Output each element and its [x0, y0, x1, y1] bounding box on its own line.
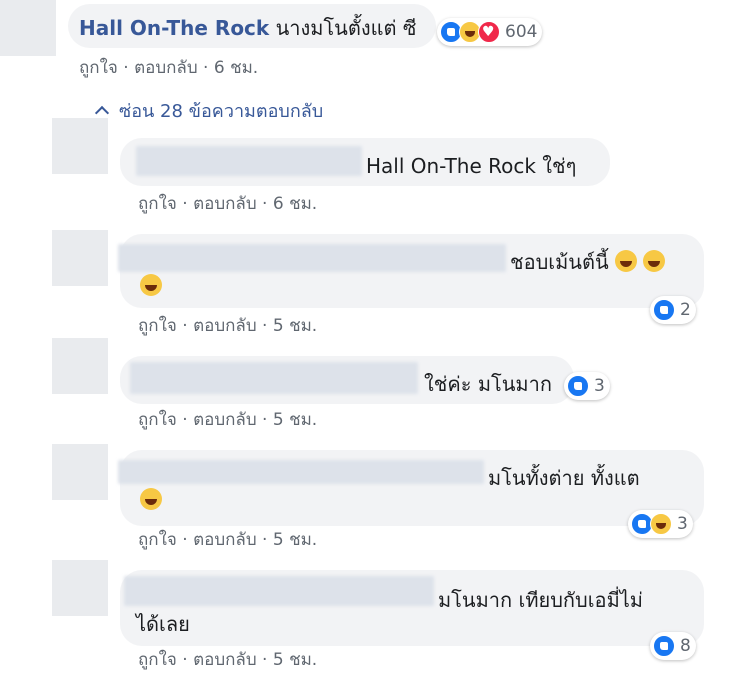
avatar[interactable]: [0, 0, 56, 56]
comment-text-row: Hall On-The Rock นางมโนตั้งแต่ ซี: [79, 12, 416, 44]
grin-emoji-icon: [140, 488, 162, 510]
reply-actions: ถูกใจ · ตอบกลับ · 5 ชม.: [138, 406, 317, 433]
separator: ·: [256, 316, 273, 336]
like-link[interactable]: ถูกใจ: [138, 530, 177, 550]
like-link[interactable]: ถูกใจ: [138, 316, 177, 336]
separator: ·: [176, 530, 194, 550]
redacted-name: [118, 460, 484, 484]
reply-text: ชอบเม้นต์นี้: [510, 250, 609, 274]
like-link[interactable]: ถูกใจ: [138, 650, 177, 670]
reaction-summary[interactable]: 3: [628, 510, 693, 538]
separator: ·: [176, 650, 194, 670]
redacted-name: [124, 576, 434, 606]
reply-actions: ถูกใจ · ตอบกลับ · 6 ชม.: [138, 190, 317, 217]
separator: ·: [256, 530, 273, 550]
joy-emoji-icon: [140, 274, 162, 296]
love-icon: [478, 21, 500, 43]
comment-author[interactable]: Hall On-The Rock: [79, 16, 269, 40]
reply-link[interactable]: ตอบกลับ: [193, 316, 257, 336]
reply-text: ใช่ค่ะ มโนมาก: [424, 372, 552, 396]
reply-text: มโนทั้งต่าย ทั้งแต: [488, 466, 640, 490]
like-icon: [653, 299, 675, 321]
reaction-summary[interactable]: 8: [650, 632, 696, 660]
timestamp[interactable]: 5 ชม.: [273, 650, 317, 670]
avatar[interactable]: [52, 444, 108, 500]
timestamp[interactable]: 6 ชม.: [273, 194, 317, 214]
reaction-count: 604: [505, 22, 538, 42]
reply-link[interactable]: ตอบกลับ: [193, 530, 257, 550]
reply-text-line1: มโนมาก เทียบกับเอมี่ไม่: [438, 588, 643, 612]
timestamp[interactable]: 5 ชม.: [273, 316, 317, 336]
reply-emoji-row: [140, 274, 162, 298]
separator: ·: [256, 650, 273, 670]
reaction-summary[interactable]: 3: [564, 372, 610, 400]
reaction-summary[interactable]: 2: [650, 296, 696, 324]
haha-icon: [650, 513, 672, 535]
reply-link[interactable]: ตอบกลับ: [134, 58, 198, 78]
reaction-count: 3: [594, 376, 605, 396]
reply-emoji-row: [140, 488, 162, 512]
like-link[interactable]: ถูกใจ: [79, 58, 118, 78]
reply-text-line2: ได้เลย: [136, 612, 190, 636]
timestamp[interactable]: 5 ชม.: [273, 530, 317, 550]
separator: ·: [117, 58, 135, 78]
reply-actions: ถูกใจ · ตอบกลับ · 5 ชม.: [138, 526, 317, 553]
timestamp[interactable]: 6 ชม.: [214, 58, 258, 78]
reaction-count: 3: [677, 514, 688, 534]
timestamp[interactable]: 5 ชม.: [273, 410, 317, 430]
reply-text-row: ชอบเม้นต์นี้: [510, 246, 666, 278]
hide-replies-label: ซ่อน 28 ข้อความตอบกลับ: [119, 101, 324, 122]
avatar[interactable]: [52, 338, 108, 394]
redacted-name: [136, 146, 362, 176]
rofl-emoji-icon: [615, 250, 637, 272]
hide-replies-link[interactable]: ซ่อน 28 ข้อความตอบกลับ: [94, 96, 324, 125]
separator: ·: [256, 410, 273, 430]
like-icon: [653, 635, 675, 657]
avatar[interactable]: [52, 230, 108, 286]
avatar[interactable]: [52, 560, 108, 616]
comment-actions: ถูกใจ · ตอบกลับ · 6 ชม.: [79, 54, 258, 81]
redacted-name: [118, 244, 506, 272]
separator: ·: [176, 410, 194, 430]
separator: ·: [197, 58, 214, 78]
reply-link[interactable]: ตอบกลับ: [193, 194, 257, 214]
grin-emoji-icon: [643, 250, 666, 272]
separator: ·: [176, 316, 194, 336]
like-link[interactable]: ถูกใจ: [138, 194, 177, 214]
like-link[interactable]: ถูกใจ: [138, 410, 177, 430]
reaction-summary[interactable]: 604: [437, 18, 543, 46]
separator: ·: [176, 194, 194, 214]
reply-text: Hall On-The Rock ใช่ๆ: [366, 154, 577, 178]
reply-link[interactable]: ตอบกลับ: [193, 650, 257, 670]
reply-actions: ถูกใจ · ตอบกลับ · 5 ชม.: [138, 646, 317, 673]
redacted-name: [130, 362, 418, 394]
reaction-count: 2: [680, 300, 691, 320]
separator: ·: [256, 194, 273, 214]
reply-actions: ถูกใจ · ตอบกลับ · 5 ชม.: [138, 312, 317, 339]
avatar[interactable]: [52, 118, 108, 174]
reaction-count: 8: [680, 636, 691, 656]
like-icon: [567, 375, 589, 397]
comment-text: นางมโนตั้งแต่ ซี: [275, 16, 417, 40]
reply-link[interactable]: ตอบกลับ: [193, 410, 257, 430]
